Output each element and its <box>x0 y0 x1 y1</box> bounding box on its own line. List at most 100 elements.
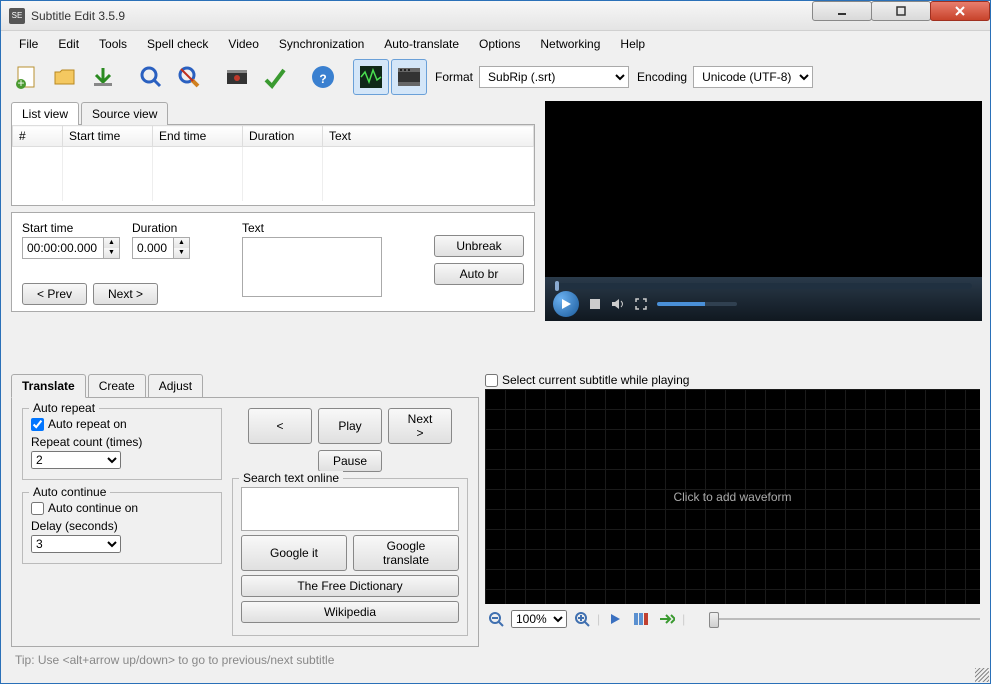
repeat-count-select[interactable]: 2 <box>31 451 121 469</box>
close-button[interactable] <box>930 1 990 21</box>
replace-icon[interactable] <box>171 59 207 95</box>
next-button[interactable]: Next > <box>93 283 158 305</box>
delay-label: Delay (seconds) <box>31 519 213 533</box>
google-it-button[interactable]: Google it <box>241 535 347 571</box>
wave-play-icon[interactable] <box>604 608 626 630</box>
menu-file[interactable]: File <box>9 33 48 55</box>
auto-repeat-checkbox[interactable] <box>31 418 44 431</box>
fullscreen-icon[interactable] <box>635 298 647 310</box>
auto-continue-title: Auto continue <box>29 485 110 499</box>
new-file-icon[interactable]: + <box>9 59 45 95</box>
col-index[interactable]: # <box>13 126 63 147</box>
wave-position-icon[interactable] <box>630 608 652 630</box>
spin-down-icon[interactable]: ▼ <box>104 248 119 258</box>
maximize-button[interactable] <box>871 1 931 21</box>
free-dictionary-button[interactable]: The Free Dictionary <box>241 575 459 597</box>
seek-bar[interactable] <box>555 283 972 289</box>
menu-video[interactable]: Video <box>218 33 268 55</box>
play-icon[interactable] <box>553 291 579 317</box>
translate-play-button[interactable]: Play <box>318 408 382 444</box>
prev-button[interactable]: < Prev <box>22 283 87 305</box>
text-label: Text <box>242 221 382 235</box>
video-toggle-icon[interactable] <box>391 59 427 95</box>
table-row[interactable] <box>13 183 534 201</box>
video-player[interactable] <box>545 101 982 321</box>
menu-sync[interactable]: Synchronization <box>269 33 374 55</box>
waveform-placeholder: Click to add waveform <box>673 490 791 504</box>
zoom-select[interactable]: 100% <box>511 610 567 628</box>
col-end[interactable]: End time <box>153 126 243 147</box>
tab-source-view[interactable]: Source view <box>81 102 168 125</box>
encoding-select[interactable]: Unicode (UTF-8) <box>693 66 813 88</box>
subtitle-table[interactable]: # Start time End time Duration Text <box>12 125 534 201</box>
start-time-label: Start time <box>22 221 120 235</box>
col-duration[interactable]: Duration <box>243 126 323 147</box>
menu-edit[interactable]: Edit <box>48 33 89 55</box>
spellcheck-icon[interactable] <box>257 59 293 95</box>
auto-continue-group: Auto continue Auto continue on Delay (se… <box>22 492 222 564</box>
menu-spellcheck[interactable]: Spell check <box>137 33 218 55</box>
waveform-toolbar: 100% | | <box>485 608 980 630</box>
start-time-input[interactable]: ▲▼ <box>22 237 120 259</box>
stop-icon[interactable] <box>589 298 601 310</box>
waveform-zoom-slider[interactable] <box>709 609 980 629</box>
waveform-toggle-icon[interactable] <box>353 59 389 95</box>
search-text-input[interactable] <box>241 487 459 531</box>
visual-sync-icon[interactable] <box>219 59 255 95</box>
google-translate-button[interactable]: Google translate <box>353 535 459 571</box>
menu-tools[interactable]: Tools <box>89 33 137 55</box>
tab-translate[interactable]: Translate <box>11 374 86 398</box>
video-controls <box>545 277 982 321</box>
menu-autotranslate[interactable]: Auto-translate <box>374 33 469 55</box>
auto-repeat-title: Auto repeat <box>29 401 99 415</box>
wave-goto-icon[interactable] <box>656 608 678 630</box>
tab-list-view[interactable]: List view <box>11 102 79 125</box>
minimize-button[interactable] <box>812 1 872 21</box>
volume-slider[interactable] <box>657 302 737 306</box>
wikipedia-button[interactable]: Wikipedia <box>241 601 459 623</box>
tab-adjust[interactable]: Adjust <box>148 374 203 398</box>
app-icon: SE <box>9 8 25 24</box>
zoom-out-icon[interactable] <box>485 608 507 630</box>
menu-bar: File Edit Tools Spell check Video Synchr… <box>1 31 990 57</box>
translate-next-button[interactable]: Next > <box>388 408 452 444</box>
autobr-button[interactable]: Auto br <box>434 263 524 285</box>
auto-continue-checkbox[interactable] <box>31 502 44 515</box>
svg-text:+: + <box>17 76 24 90</box>
spin-down-icon[interactable]: ▼ <box>174 248 189 258</box>
duration-input[interactable]: ▲▼ <box>132 237 190 259</box>
zoom-in-icon[interactable] <box>571 608 593 630</box>
volume-icon[interactable] <box>611 298 625 310</box>
col-start[interactable]: Start time <box>63 126 153 147</box>
col-text[interactable]: Text <box>323 126 534 147</box>
repeat-count-label: Repeat count (times) <box>31 435 213 449</box>
help-icon[interactable]: ? <box>305 59 341 95</box>
svg-text:?: ? <box>319 72 326 86</box>
translate-prev-button[interactable]: < <box>248 408 312 444</box>
spin-up-icon[interactable]: ▲ <box>174 238 189 248</box>
save-icon[interactable] <box>85 59 121 95</box>
waveform-panel[interactable]: Click to add waveform <box>485 389 980 604</box>
select-while-playing-checkbox[interactable] <box>485 374 498 387</box>
select-while-playing-label: Select current subtitle while playing <box>502 373 689 387</box>
format-label: Format <box>435 70 473 84</box>
table-row[interactable] <box>13 165 534 183</box>
toolbar: + ? Format SubRip (.srt) Encoding Unicod… <box>1 57 990 97</box>
menu-help[interactable]: Help <box>610 33 655 55</box>
translate-pause-button[interactable]: Pause <box>318 450 382 472</box>
delay-select[interactable]: 3 <box>31 535 121 553</box>
menu-options[interactable]: Options <box>469 33 530 55</box>
encoding-label: Encoding <box>637 70 687 84</box>
tab-create[interactable]: Create <box>88 374 146 398</box>
title-bar: SE Subtitle Edit 3.5.9 <box>1 1 990 31</box>
edit-panel: Start time ▲▼ < Prev Next > Duration ▲▼ <box>11 212 535 312</box>
menu-networking[interactable]: Networking <box>530 33 610 55</box>
table-row[interactable] <box>13 147 534 165</box>
resize-grip-icon[interactable] <box>975 668 989 682</box>
unbreak-button[interactable]: Unbreak <box>434 235 524 257</box>
find-icon[interactable] <box>133 59 169 95</box>
subtitle-text-input[interactable] <box>242 237 382 297</box>
format-select[interactable]: SubRip (.srt) <box>479 66 629 88</box>
spin-up-icon[interactable]: ▲ <box>104 238 119 248</box>
open-file-icon[interactable] <box>47 59 83 95</box>
